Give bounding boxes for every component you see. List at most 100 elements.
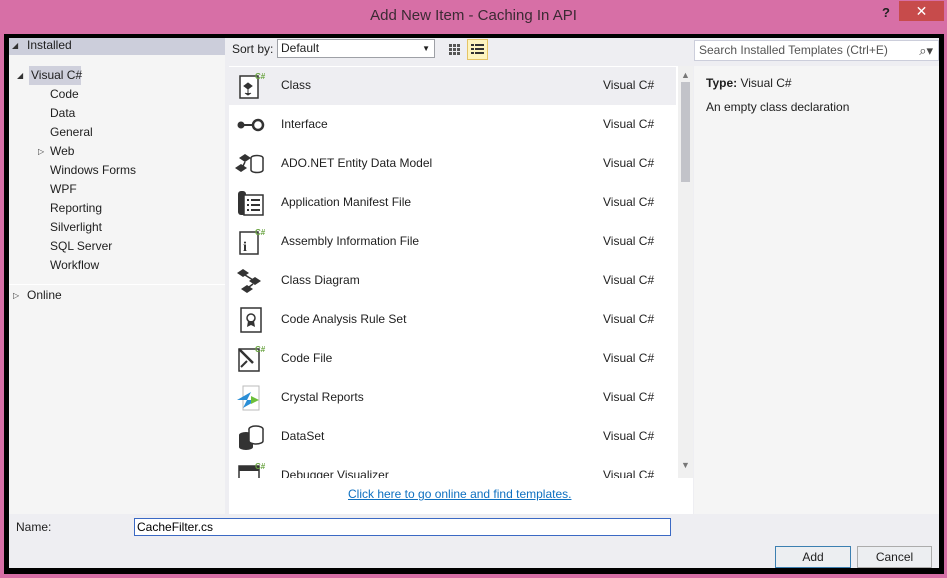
- online-link-area: Click here to go online and find templat…: [229, 478, 693, 514]
- template-language: Visual C#: [603, 351, 655, 365]
- template-name: Interface: [281, 117, 328, 131]
- template-name: ADO.NET Entity Data Model: [281, 156, 433, 170]
- template-row[interactable]: C# Debugger Visualizer Visual C#: [229, 457, 676, 478]
- help-button[interactable]: ?: [876, 4, 896, 24]
- template-language: Visual C#: [603, 156, 655, 170]
- template-details-pane: Type: Visual C# An empty class declarati…: [694, 66, 939, 514]
- rule-set-icon: [240, 307, 262, 333]
- tree-item-reporting[interactable]: Reporting: [50, 199, 102, 218]
- tree-item-code[interactable]: Code: [50, 85, 79, 104]
- template-name: Assembly Information File: [281, 234, 420, 248]
- add-button[interactable]: Add: [775, 546, 851, 568]
- assembly-info-icon: i C#: [239, 228, 266, 255]
- entity-model-icon: [235, 154, 264, 174]
- type-value: Visual C#: [740, 76, 792, 90]
- template-row[interactable]: Class Diagram Visual C#: [229, 262, 676, 300]
- template-row[interactable]: C# Code File Visual C#: [229, 340, 676, 378]
- scroll-thumb[interactable]: [681, 82, 690, 182]
- template-row[interactable]: i C# Assembly Information File Visual C#: [229, 223, 676, 261]
- template-name: DataSet: [281, 429, 325, 443]
- name-input[interactable]: [134, 518, 671, 536]
- interface-icon: [237, 118, 265, 132]
- collapsed-arrow-icon[interactable]: ▷: [13, 286, 19, 305]
- small-icons-view-button[interactable]: [444, 39, 464, 59]
- template-name: Code File: [281, 351, 333, 365]
- tree-item-web[interactable]: Web: [50, 142, 74, 161]
- tree-item-silverlight[interactable]: Silverlight: [50, 218, 102, 237]
- template-language: Visual C#: [603, 273, 655, 287]
- template-type: Type: Visual C#: [706, 76, 792, 90]
- template-language: Visual C#: [603, 390, 655, 404]
- template-name: Code Analysis Rule Set: [281, 312, 407, 326]
- tree-item-installed[interactable]: Installed: [27, 36, 72, 55]
- close-button[interactable]: ✕: [899, 1, 944, 21]
- template-language: Visual C#: [603, 117, 655, 131]
- crystal-reports-icon: [237, 385, 260, 411]
- sort-by-select[interactable]: Default ▼: [277, 39, 435, 58]
- svg-text:C#: C#: [255, 228, 266, 237]
- tree-item-workflow[interactable]: Workflow: [50, 256, 99, 275]
- tree-item-sql-server[interactable]: SQL Server: [50, 237, 112, 256]
- template-row[interactable]: Crystal Reports Visual C#: [229, 379, 676, 417]
- template-row[interactable]: Code Analysis Rule Set Visual C#: [229, 301, 676, 339]
- template-row[interactable]: Application Manifest File Visual C#: [229, 184, 676, 222]
- template-language: Visual C#: [603, 234, 655, 248]
- template-name: Debugger Visualizer: [281, 468, 389, 478]
- tree-item-general[interactable]: General: [50, 123, 93, 142]
- template-list[interactable]: C# Class Visual C# Interface Visual C# A…: [229, 66, 693, 478]
- code-file-icon: C#: [238, 345, 266, 372]
- template-list-scrollbar[interactable]: ▲ ▼: [678, 66, 693, 478]
- template-language: Visual C#: [603, 468, 655, 478]
- type-label: Type:: [706, 76, 738, 90]
- template-row[interactable]: C# Class Visual C#: [229, 67, 676, 105]
- cancel-button[interactable]: Cancel: [857, 546, 932, 568]
- template-row[interactable]: Interface Visual C#: [229, 106, 676, 144]
- sort-by-value: Default: [281, 41, 320, 55]
- tree-item-visual-csharp[interactable]: Visual C#: [29, 66, 83, 85]
- template-language: Visual C#: [603, 78, 655, 92]
- tree-item-wpf[interactable]: WPF: [50, 180, 77, 199]
- dialog-frame: ◢ Installed ◢ Visual C# Code Data Genera…: [4, 34, 944, 574]
- collapsed-arrow-icon[interactable]: ▷: [38, 142, 44, 161]
- svg-text:C#: C#: [255, 72, 266, 81]
- scroll-up-icon[interactable]: ▲: [681, 70, 690, 80]
- find-online-templates-link[interactable]: Click here to go online and find templat…: [348, 487, 571, 501]
- template-language: Visual C#: [603, 195, 655, 209]
- dataset-icon: [239, 425, 264, 450]
- expanded-arrow-icon[interactable]: ◢: [12, 36, 18, 55]
- template-toolbar: Sort by: Default ▼: [225, 38, 689, 64]
- template-row[interactable]: DataSet Visual C#: [229, 418, 676, 456]
- tree-item-online[interactable]: Online: [27, 286, 62, 305]
- search-placeholder: Search Installed Templates (Ctrl+E): [699, 43, 888, 57]
- template-name: Crystal Reports: [281, 390, 364, 404]
- title-bar: Add New Item - Caching In API ? ✕: [0, 0, 947, 34]
- scroll-down-icon[interactable]: ▼: [681, 460, 690, 470]
- sort-by-label: Sort by:: [232, 42, 274, 56]
- chevron-down-icon: ▼: [422, 44, 430, 53]
- template-language: Visual C#: [603, 429, 655, 443]
- tree-item-data[interactable]: Data: [50, 104, 75, 123]
- online-section: ▷ Online: [9, 284, 225, 514]
- installed-header[interactable]: ◢ Installed: [9, 38, 225, 55]
- list-view-button[interactable]: [467, 39, 488, 60]
- tree-item-windows-forms[interactable]: Windows Forms: [50, 161, 136, 180]
- search-icon[interactable]: ⌕▾: [919, 41, 933, 60]
- template-tree: ◢ Installed ◢ Visual C# Code Data Genera…: [9, 38, 225, 514]
- search-templates-input[interactable]: Search Installed Templates (Ctrl+E) ⌕▾: [694, 40, 939, 61]
- debugger-visualizer-icon: C#: [238, 462, 266, 478]
- template-name: Application Manifest File: [281, 195, 412, 209]
- template-language: Visual C#: [603, 312, 655, 326]
- template-row[interactable]: ADO.NET Entity Data Model Visual C#: [229, 145, 676, 183]
- grid-view-icon: [449, 44, 460, 55]
- expanded-arrow-icon[interactable]: ◢: [17, 66, 23, 85]
- add-new-item-dialog: ◢ Installed ◢ Visual C# Code Data Genera…: [9, 38, 939, 568]
- svg-text:i: i: [243, 240, 247, 255]
- svg-text:C#: C#: [255, 462, 266, 471]
- template-name: Class Diagram: [281, 273, 360, 287]
- class-diagram-icon: [237, 269, 261, 293]
- class-icon: C#: [239, 72, 266, 99]
- tree-item-label: Visual C#: [31, 68, 83, 82]
- template-description: An empty class declaration: [706, 100, 850, 114]
- manifest-icon: [238, 191, 264, 216]
- list-view-icon: [471, 44, 484, 54]
